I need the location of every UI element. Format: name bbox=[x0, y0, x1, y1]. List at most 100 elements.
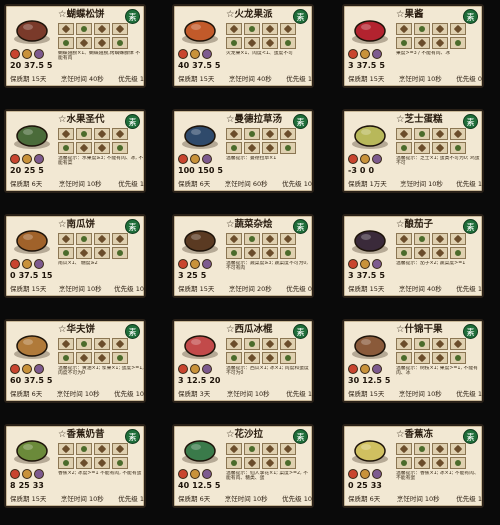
ingredient-icon bbox=[280, 142, 296, 154]
health-icon bbox=[348, 49, 358, 59]
cook-time: 烹饪时间 40秒 bbox=[60, 75, 104, 83]
recipe-card[interactable]: ☆香蕉奶昔 素 8 25 33 香蕉×2; 冰度>=1 不能有肉, 不能有蛋 保… bbox=[4, 424, 146, 508]
hunger-icon bbox=[190, 469, 200, 479]
recipe-card[interactable]: ☆火龙果派 素 40 37.5 5 火龙果×1、肉度<1、蛋度不可 保质期 15… bbox=[172, 4, 314, 88]
recipe-tip: 温馨提示：茄子×2; 蔬菜度>=1 bbox=[396, 261, 466, 266]
recipe-card[interactable]: ☆西瓜冰棍 素 3 12.5 20 温馨提示：西瓜×1; 冰×1; 肉度和蛋度不… bbox=[172, 319, 314, 403]
ingredient-icon bbox=[76, 142, 92, 154]
vegetarian-badge: 素 bbox=[463, 429, 478, 444]
stats-block: 20 25 5 bbox=[10, 154, 56, 176]
sanity-icon bbox=[372, 259, 382, 269]
dish-image bbox=[14, 440, 50, 464]
ingredient-icon bbox=[280, 352, 296, 364]
sanity-icon bbox=[34, 154, 44, 164]
shelf-life: 保质期 15天 bbox=[348, 75, 385, 83]
shelf-life: 保质期 15天 bbox=[10, 75, 47, 83]
ingredient-icon bbox=[432, 352, 448, 364]
recipe-card[interactable]: ☆华夫饼 素 60 37.5 5 温馨提示：黄油×1; 浆果×1; 蛋度>=1,… bbox=[4, 319, 146, 403]
ingredient-icon bbox=[94, 247, 110, 259]
hunger-icon bbox=[360, 49, 370, 59]
ingredient-slots bbox=[58, 338, 130, 366]
recipe-card[interactable]: ☆蝴蝶松饼 素 20 37.5 5 蝴蝶翅膀×1、蝴蝶翅膀,烤蜘蛛腺体 不能有肉… bbox=[4, 4, 146, 88]
ingredient-icon bbox=[414, 233, 430, 245]
ingredient-icon bbox=[396, 142, 412, 154]
shelf-life: 保质期 6天 bbox=[178, 495, 211, 503]
sanity-icon bbox=[202, 49, 212, 59]
recipe-card[interactable]: ☆香蕉冻 素 0 25 33 温馨提示：香蕉×1; 冰×1; 不能有肉、不能有蛋… bbox=[342, 424, 484, 508]
ingredient-icon bbox=[396, 352, 412, 364]
sanity-value: 15 bbox=[41, 271, 53, 280]
ingredient-icon bbox=[76, 352, 92, 364]
ingredient-icon bbox=[76, 233, 92, 245]
hunger-icon bbox=[190, 364, 200, 374]
ingredient-icon bbox=[280, 23, 296, 35]
health-icon bbox=[178, 49, 188, 59]
card-footer: 保质期 15天 烹饪时间 40秒 优先级 1 bbox=[10, 73, 144, 83]
ingredient-icon bbox=[58, 247, 74, 259]
hunger-icon bbox=[360, 364, 370, 374]
cook-time: 烹饪时间 40秒 bbox=[398, 285, 442, 293]
recipe-title: ☆南瓜饼 bbox=[58, 219, 96, 230]
shelf-life: 保质期 6天 bbox=[348, 495, 381, 503]
shelf-life: 保质期 1万天 bbox=[348, 180, 387, 188]
recipe-title: ☆酿茄子 bbox=[396, 219, 434, 230]
sanity-value: 5 bbox=[379, 271, 385, 280]
ingredient-icon bbox=[262, 23, 278, 35]
recipe-card[interactable]: ☆花沙拉 素 40 12.5 5 温馨提示：仙人掌花×1; 菜度>=2, 不能有… bbox=[172, 424, 314, 508]
vegetarian-badge: 素 bbox=[293, 114, 308, 129]
stats-block: 20 37.5 5 bbox=[10, 49, 56, 71]
ingredient-slots bbox=[396, 233, 468, 261]
recipe-card[interactable]: ☆芝士蛋糕 素 -3 0 0 温馨提示：芝士×1; 蛋类不可为0; 鸡蛋不可 保… bbox=[342, 109, 484, 193]
ingredient-icon bbox=[280, 443, 296, 455]
priority: 优先级 0 bbox=[456, 75, 482, 83]
vegetarian-badge: 素 bbox=[293, 324, 308, 339]
priority: 优先级 1 bbox=[118, 75, 144, 83]
recipe-card[interactable]: ☆酿茄子 素 3 37.5 5 温馨提示：茄子×2; 蔬菜度>=1 保质期 15… bbox=[342, 214, 484, 298]
shelf-life: 保质期 15天 bbox=[348, 390, 385, 398]
ingredient-icon bbox=[94, 142, 110, 154]
health-value: 3 bbox=[348, 61, 354, 70]
recipe-card[interactable]: ☆南瓜饼 素 0 37.5 15 南瓜×1、 糖度≥2 保质期 15天 烹饪时间… bbox=[4, 214, 146, 298]
ingredient-icon bbox=[396, 338, 412, 350]
card-footer: 保质期 1万天 烹饪时间 10秒 优先级 1 bbox=[348, 178, 482, 188]
ingredient-icon bbox=[58, 443, 74, 455]
recipe-title: ☆香蕉奶昔 bbox=[58, 429, 105, 440]
ingredient-icon bbox=[226, 142, 242, 154]
ingredient-icon bbox=[450, 338, 466, 350]
hunger-value: 37.5 bbox=[24, 61, 44, 70]
stats-block: 3 37.5 5 bbox=[348, 259, 394, 281]
recipe-card[interactable]: ☆什锦干果 素 30 12.5 5 温馨提示：树枝×1; 果度>=1, 不能有肉… bbox=[342, 319, 484, 403]
recipe-card[interactable]: ☆蔬菜杂烩 素 3 25 5 温馨提示：蔬菜度≥3; 蔬菜度不可为0, 不可有肉… bbox=[172, 214, 314, 298]
card-footer: 保质期 15天 烹饪时间 10秒 优先级 0 bbox=[348, 73, 482, 83]
cook-time: 烹饪时间 10秒 bbox=[60, 495, 104, 503]
ingredient-slots bbox=[226, 23, 298, 51]
card-footer: 保质期 6天 烹饪时间 10秒 优先级 1 bbox=[348, 493, 482, 503]
ingredient-icon bbox=[244, 23, 260, 35]
hunger-icon bbox=[22, 49, 32, 59]
ingredient-icon bbox=[94, 37, 110, 49]
priority: 优先级 10 bbox=[282, 495, 312, 503]
ingredient-icon bbox=[76, 128, 92, 140]
ingredient-icon bbox=[244, 142, 260, 154]
ingredient-icon bbox=[76, 443, 92, 455]
health-icon bbox=[10, 49, 20, 59]
recipe-title: ☆花沙拉 bbox=[226, 429, 264, 440]
ingredient-icon bbox=[244, 128, 260, 140]
ingredient-icon bbox=[94, 23, 110, 35]
ingredient-icon bbox=[414, 37, 430, 49]
hunger-value: 25 bbox=[356, 481, 368, 490]
recipe-card[interactable]: ☆果酱 素 3 37.5 5 果度>=3 / 不能有肉、冰 保质期 15天 烹饪… bbox=[342, 4, 484, 88]
shelf-life: 保质期 15天 bbox=[348, 285, 385, 293]
priority: 优先级 1 bbox=[456, 390, 482, 398]
ingredient-icon bbox=[280, 128, 296, 140]
health-value: 8 bbox=[10, 481, 16, 490]
hunger-value: 37.5 bbox=[192, 61, 212, 70]
priority: 优先级 1 bbox=[456, 180, 482, 188]
recipe-card[interactable]: ☆曼德拉草汤 素 100 150 5 温馨提示：曼德拉草×1 保质期 6天 烹饪… bbox=[172, 109, 314, 193]
sanity-value: 0 bbox=[368, 166, 375, 175]
recipe-tip: 温馨提示：西瓜×1; 冰×1; 肉度和蛋度不可为0 bbox=[226, 366, 309, 377]
recipe-card[interactable]: ☆水果圣代 素 20 25 5 温馨提示：水果度≥3; 不能有肉、冰, 不能有菜… bbox=[4, 109, 146, 193]
stats-block: 3 25 5 bbox=[178, 259, 224, 281]
vegetarian-badge: 素 bbox=[293, 219, 308, 234]
dish-image bbox=[14, 125, 50, 149]
